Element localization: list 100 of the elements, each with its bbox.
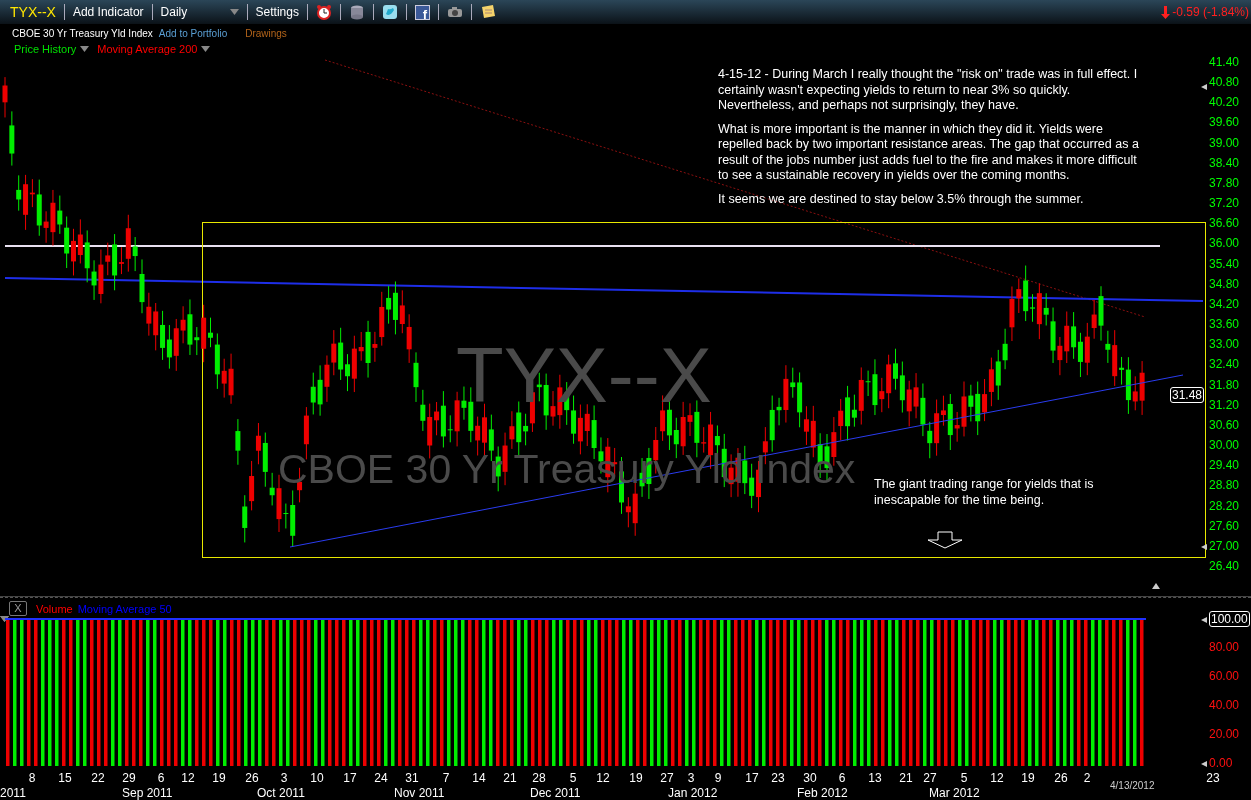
axis-label: 80.00 [1209,640,1240,654]
current-value-label: 100.00 [1209,611,1250,627]
day-label: 7 [442,771,450,785]
date-label: 4/13/2012 [1110,780,1155,791]
note-icon[interactable] [479,4,496,20]
axis-label: 41.40 [1209,55,1240,69]
index-name: CBOE 30 Yr Treasury Yld Index [12,27,153,39]
axis-label: 30.60 [1209,417,1240,432]
day-label: 30 [803,771,817,785]
day-label: 9 [714,771,722,785]
day-label: 19 [629,771,643,785]
last-price-label: 31.48 [1170,387,1205,404]
axis-label: 40.20 [1209,95,1240,110]
day-label: 3 [687,771,695,785]
day-label: 21 [899,771,913,785]
day-label: 26 [245,771,259,785]
axis-label: 34.20 [1209,296,1240,311]
add-to-portfolio-link[interactable]: Add to Portfolio [158,27,228,39]
month-label: Dec 2011 [530,786,581,800]
month-label: Nov 2011 [394,786,445,800]
axis-label: 30.00 [1209,438,1240,453]
drawings-link[interactable]: Drawings [245,27,287,39]
caret-icon[interactable] [201,46,211,52]
axis-label: 36.00 [1209,236,1240,251]
axis-label: 60.00 [1209,669,1240,683]
triangle-marker-icon [1152,583,1160,589]
axis-label: 38.40 [1209,155,1240,170]
day-label: 27 [660,771,674,785]
caret-icon[interactable] [229,9,239,15]
facebook-button[interactable]: f [414,4,430,20]
axis-label: 33.00 [1209,337,1240,352]
annotation-text: The giant trading range for yields that is inescapable for the time being. [874,477,1095,508]
legend-item[interactable]: Volume [36,602,73,615]
day-label: 17 [745,771,759,785]
alarm-clock-icon[interactable] [315,4,332,20]
caret-icon[interactable] [80,46,90,52]
period-dropdown[interactable]: Daily [160,5,188,19]
annotation-text: It seems we are destined to stay below 3.5% through the summer. [718,191,1085,207]
day-label: 23 [771,771,785,785]
database-icon[interactable] [348,4,365,20]
down-arrow-icon [1161,5,1171,19]
annotation-text: What is more important is the manner in which they did it. Yields were repelled back by two important resistance areas. The gap that occurred as a result of the jobs number just adds fuel to the fire and makes it more difficult to see a sustainable recovery in yields over the coming months. [718,121,1140,184]
month-label: 2011 [0,786,26,800]
axis-label: 37.20 [1209,196,1240,211]
day-label: 21 [503,771,517,785]
triangle-marker-icon [1201,544,1207,550]
axis-label: 0.00 [1209,756,1233,770]
day-label: 2 [1083,771,1091,785]
day-label: 12 [990,771,1004,785]
axis-label: 39.60 [1209,115,1240,130]
legend-item[interactable]: Moving Average 200 [97,43,198,55]
axis-label: 20.00 [1209,727,1240,741]
day-label: 6 [157,771,165,785]
day-label: 13 [868,771,882,785]
day-label: 19 [212,771,226,785]
legend-item[interactable]: Price History [14,43,77,55]
axis-label: 31.20 [1209,397,1240,412]
day-label: 22 [91,771,105,785]
down-arrow-icon [927,531,963,549]
day-label: 10 [310,771,324,785]
axis-label: 33.60 [1209,317,1240,332]
annotation-text: 4-15-12 - During March I really thought the "risk on" trade was in full effect. I certainly wasn't expecting yields to return to near 3% so quickly. Nevertheless, and perhaps not surprisingly, they have. [718,67,1139,114]
price-change: -0.59 (-1.84%) [1172,5,1249,19]
axis-label: 39.00 [1209,135,1240,150]
chart-watermark: TYX--X [456,330,712,421]
axis-label: 36.60 [1209,216,1240,231]
axis-label: 31.80 [1209,377,1240,392]
day-label: 31 [405,771,419,785]
day-label: 14 [472,771,486,785]
day-label: 5 [569,771,577,785]
axis-label: 27.60 [1209,518,1240,533]
add-indicator-button[interactable]: Add Indicator [72,5,144,19]
symbol-label[interactable]: TYX--X [10,4,56,20]
month-label: Oct 2011 [257,786,305,800]
settings-button[interactable]: Settings [255,5,299,19]
axis-label: 35.40 [1209,256,1240,271]
day-label: 12 [181,771,195,785]
axis-label: 28.80 [1209,478,1240,493]
axis-label: 27.00 [1209,538,1240,553]
axis-label: 26.40 [1209,559,1240,573]
day-label: 23 [1206,771,1220,785]
bird-icon[interactable] [381,4,398,20]
day-label: 8 [28,771,36,785]
month-label: Jan 2012 [668,786,718,800]
month-label: Feb 2012 [797,786,848,800]
day-label: 28 [532,771,546,785]
day-label: 3 [280,771,288,785]
day-label: 12 [596,771,610,785]
day-label: 5 [960,771,968,785]
day-label: 27 [923,771,937,785]
month-label: Mar 2012 [929,786,980,800]
axis-label: 28.20 [1209,498,1240,513]
camera-icon[interactable] [446,4,463,20]
triangle-marker-icon [1201,84,1207,90]
axis-label: 40.00 [1209,698,1240,712]
day-label: 26 [1054,771,1068,785]
axis-label: 32.40 [1209,357,1240,372]
close-button[interactable]: X [9,601,27,616]
day-label: 15 [58,771,72,785]
axis-label: 29.40 [1209,458,1240,473]
